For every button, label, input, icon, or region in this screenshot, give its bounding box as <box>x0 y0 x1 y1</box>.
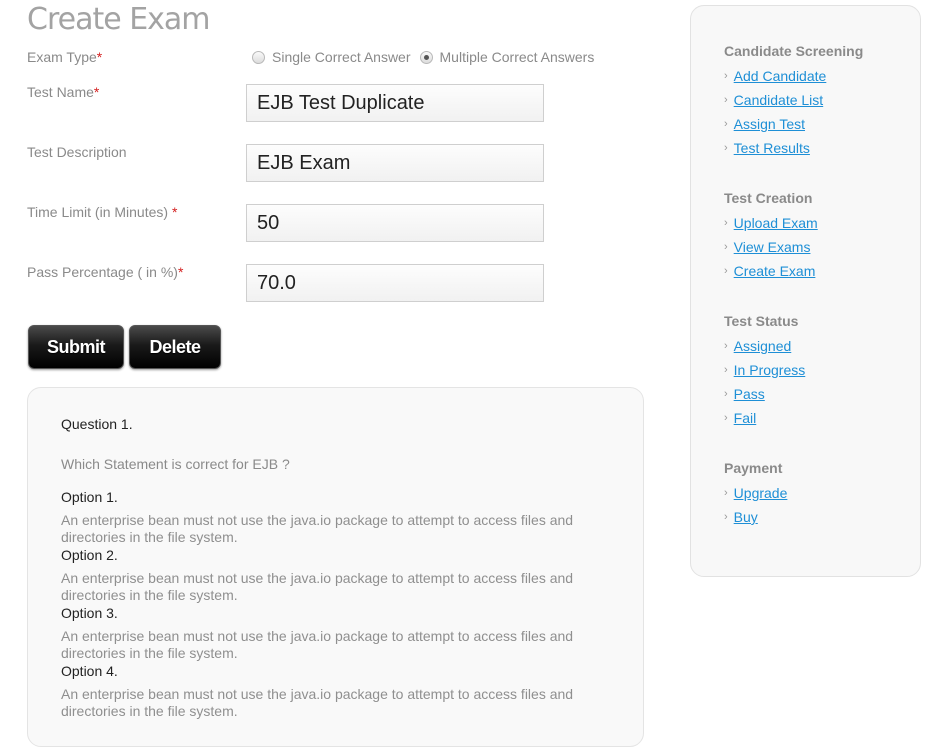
delete-button[interactable]: Delete <box>129 325 221 369</box>
chevron-right-icon: › <box>724 70 728 82</box>
sidebar-link[interactable]: Pass <box>734 386 765 402</box>
single-answer-label[interactable]: Single Correct Answer <box>272 49 411 65</box>
chevron-right-icon: › <box>724 118 728 130</box>
sidebar-link[interactable]: Assigned <box>734 338 792 354</box>
sidebar-link[interactable]: Assign Test <box>734 116 805 132</box>
question-text: Which Statement is correct for EJB ? <box>61 456 290 472</box>
required-marker: * <box>171 204 178 220</box>
sidebar-item-view-exams[interactable]: › View Exams <box>724 235 818 259</box>
sidebar-link[interactable]: Create Exam <box>734 263 816 279</box>
sidebar-section-title: Payment <box>724 460 783 476</box>
chevron-right-icon: › <box>724 412 728 424</box>
test-name-label: Test Name* <box>27 84 100 100</box>
required-marker: * <box>177 264 184 280</box>
chevron-right-icon: › <box>724 265 728 277</box>
time-limit-input[interactable] <box>246 204 544 242</box>
sidebar-section-title: Test Status <box>724 313 799 329</box>
chevron-right-icon: › <box>724 241 728 253</box>
page-title: Create Exam <box>27 2 211 37</box>
option-label: Option 1. <box>61 489 118 505</box>
test-description-label: Test Description <box>27 144 127 160</box>
sidebar-link[interactable]: Buy <box>734 509 758 525</box>
exam-type-label: Exam Type* <box>27 49 103 65</box>
sidebar-section-payment: Payment › Upgrade › Buy <box>724 460 787 529</box>
sidebar-link[interactable]: Test Results <box>734 140 810 156</box>
option-list: Option 1. An enterprise bean must not us… <box>61 489 621 721</box>
sidebar-item-candidate-list[interactable]: › Candidate List <box>724 88 863 112</box>
sidebar-item-in-progress[interactable]: › In Progress <box>724 358 805 382</box>
multiple-answers-label[interactable]: Multiple Correct Answers <box>440 49 595 65</box>
sidebar-item-buy[interactable]: › Buy <box>724 505 787 529</box>
exam-type-radio-group: Single Correct Answer Multiple Correct A… <box>252 49 603 65</box>
option-text: An enterprise bean must not use the java… <box>61 628 574 661</box>
option-label: Option 4. <box>61 663 118 679</box>
chevron-right-icon: › <box>724 94 728 106</box>
option-text: An enterprise bean must not use the java… <box>61 686 574 719</box>
sidebar-section-title: Test Creation <box>724 190 813 206</box>
option-text: An enterprise bean must not use the java… <box>61 512 574 545</box>
sidebar-link[interactable]: Fail <box>734 410 757 426</box>
chevron-right-icon: › <box>724 511 728 523</box>
chevron-right-icon: › <box>724 142 728 154</box>
test-name-input[interactable] <box>246 84 544 122</box>
option-text: An enterprise bean must not use the java… <box>61 570 574 603</box>
sidebar-section-title: Candidate Screening <box>724 43 864 59</box>
time-limit-label: Time Limit (in Minutes) * <box>27 204 178 220</box>
sidebar: Candidate Screening › Add Candidate › Cand… <box>690 5 921 577</box>
sidebar-item-upload-exam[interactable]: › Upload Exam <box>724 211 818 235</box>
pass-percentage-label: Pass Percentage ( in %)* <box>27 264 184 280</box>
sidebar-item-assign-test[interactable]: › Assign Test <box>724 112 863 136</box>
sidebar-section-test-creation: Test Creation › Upload Exam › View Exams ›… <box>724 190 818 283</box>
test-description-input[interactable] <box>246 144 544 182</box>
sidebar-item-assigned[interactable]: › Assigned <box>724 334 805 358</box>
sidebar-item-add-candidate[interactable]: › Add Candidate <box>724 64 863 88</box>
sidebar-link[interactable]: Candidate List <box>734 92 824 108</box>
chevron-right-icon: › <box>724 487 728 499</box>
sidebar-item-upgrade[interactable]: › Upgrade <box>724 481 787 505</box>
chevron-right-icon: › <box>724 340 728 352</box>
sidebar-item-create-exam[interactable]: › Create Exam <box>724 259 818 283</box>
sidebar-section-candidate-screening: Candidate Screening › Add Candidate › Cand… <box>724 43 863 160</box>
option-label: Option 2. <box>61 547 118 563</box>
sidebar-link[interactable]: View Exams <box>734 239 811 255</box>
pass-percentage-input[interactable] <box>246 264 544 302</box>
chevron-right-icon: › <box>724 388 728 400</box>
sidebar-item-pass[interactable]: › Pass <box>724 382 805 406</box>
chevron-right-icon: › <box>724 364 728 376</box>
sidebar-item-fail[interactable]: › Fail <box>724 406 805 430</box>
sidebar-link[interactable]: Add Candidate <box>734 68 827 84</box>
option-label: Option 3. <box>61 605 118 621</box>
question-title: Question 1. <box>61 416 133 432</box>
sidebar-link[interactable]: Upgrade <box>734 485 788 501</box>
chevron-right-icon: › <box>724 217 728 229</box>
required-marker: * <box>96 49 103 65</box>
sidebar-link[interactable]: Upload Exam <box>734 215 818 231</box>
sidebar-item-test-results[interactable]: › Test Results <box>724 136 863 160</box>
required-marker: * <box>93 84 100 100</box>
multiple-answers-radio[interactable] <box>419 50 433 64</box>
sidebar-section-test-status: Test Status › Assigned › In Progress › Pass… <box>724 313 805 430</box>
submit-button[interactable]: Submit <box>28 325 124 369</box>
sidebar-link[interactable]: In Progress <box>734 362 806 378</box>
single-answer-radio[interactable] <box>252 50 265 64</box>
question-panel: Question 1. Which Statement is correct f… <box>27 387 644 747</box>
